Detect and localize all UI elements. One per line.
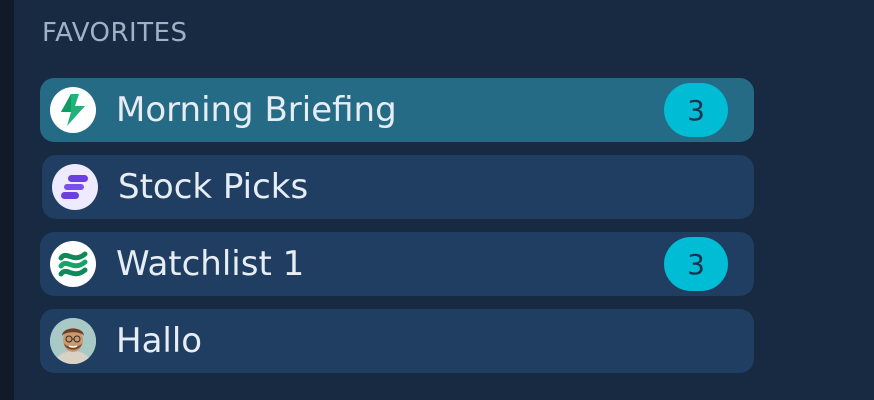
favorite-item-watchlist-1[interactable]: Watchlist 1 3 [40,232,754,296]
bars-logo-icon [52,164,98,210]
favorite-item-hallo[interactable]: Hallo [40,309,754,373]
unread-count-badge: 3 [664,83,728,137]
favorite-label: Watchlist 1 [116,244,305,284]
unread-count-badge: 3 [664,237,728,291]
favorite-label: Hallo [116,321,203,361]
favorites-list: Morning Briefing 3 Stock Picks Watchlist… [40,78,754,386]
wave-stripes-icon [50,241,96,287]
favorite-item-morning-briefing[interactable]: Morning Briefing 3 [40,78,754,142]
favorite-item-stock-picks[interactable]: Stock Picks [42,155,754,219]
favorite-label: Morning Briefing [116,90,397,130]
user-avatar-photo [50,318,96,364]
lightning-icon [50,87,96,133]
favorite-label: Stock Picks [118,167,309,207]
favorites-section-title: FAVORITES [42,18,188,48]
left-edge-strip [0,0,14,400]
